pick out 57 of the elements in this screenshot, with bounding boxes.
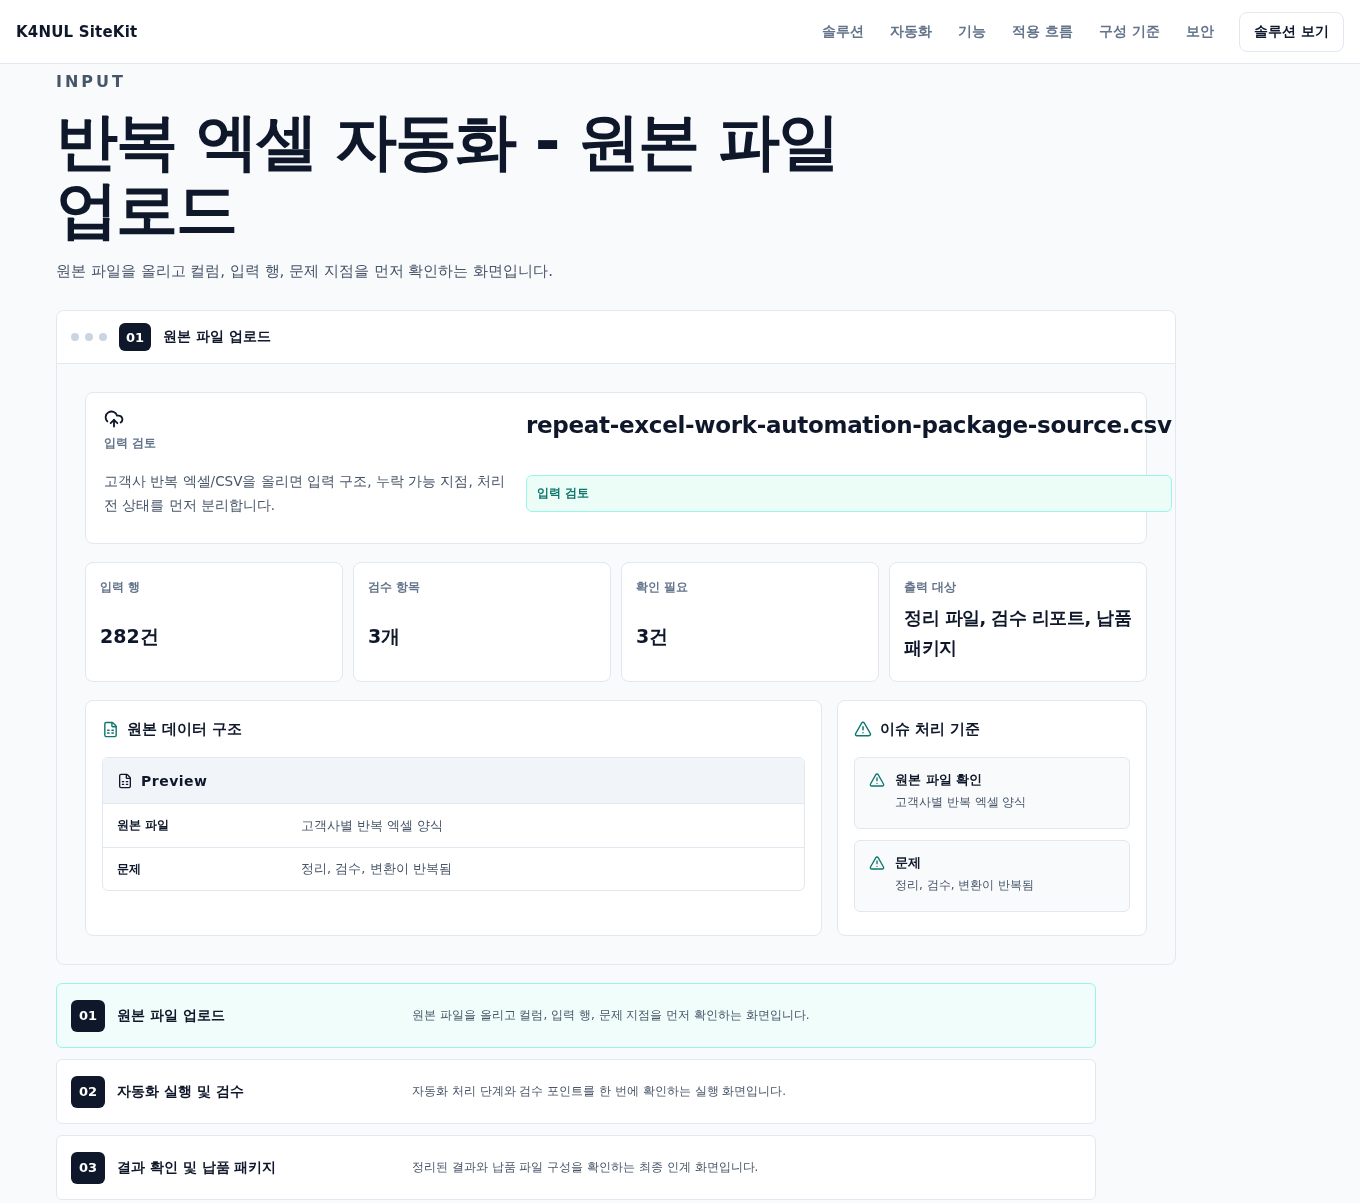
warning-icon xyxy=(869,855,885,871)
site-logo[interactable]: K4NUL SiteKit xyxy=(16,22,138,41)
page-title: 반복 엑셀 자동화 - 원본 파일 업로드 xyxy=(56,108,839,244)
nav-link[interactable]: 보안 xyxy=(1175,14,1226,49)
section-eyebrow: INPUT xyxy=(56,72,127,92)
nav-link[interactable]: 구성 기준 xyxy=(1088,14,1172,49)
card-title: 원본 데이터 구조 xyxy=(127,719,243,739)
nav-link[interactable]: 적용 흐름 xyxy=(1001,14,1085,49)
table-value-cell-text: 고객사별 반복 엑셀 양식 xyxy=(301,816,445,835)
panel-title: 원본 파일 업로드 xyxy=(163,328,271,346)
page-subtitle: 원본 파일을 올리고 컬럼, 입력 행, 문제 지점을 먼저 확인하는 화면입니다. xyxy=(56,261,554,282)
view-solution-button[interactable]: 솔루션 보기 xyxy=(1239,11,1344,52)
table-key-cell-text: 원본 파일 xyxy=(117,817,171,834)
table-key-cell-text: 문제 xyxy=(117,860,142,878)
card-title: 이슈 처리 기준 xyxy=(880,719,981,739)
warning-icon xyxy=(854,720,872,738)
step-description: 원본 파일을 올리고 컬럼, 입력 행, 문제 지점을 먼저 확인하는 화면입니다. xyxy=(412,1007,811,1024)
step-title: 원본 파일 업로드 xyxy=(117,1006,226,1025)
stat-value: 정리 파일, 검수 리포트, 납품 패키지 xyxy=(904,607,1133,660)
step-title: 자동화 실행 및 검수 xyxy=(117,1082,245,1101)
nav-link[interactable]: 기능 xyxy=(947,14,998,49)
issue-title: 원본 파일 확인 xyxy=(895,771,984,789)
stat-value: 3개 xyxy=(368,624,402,649)
step-number-badge: 01 xyxy=(71,999,105,1032)
table-value-cell-text: 정리, 검수, 변환이 반복됨 xyxy=(301,860,453,878)
stat-label: 입력 행 xyxy=(100,579,142,595)
upload-label: 입력 검토 xyxy=(104,435,158,451)
issue-description: 고객사별 반복 엑셀 양식 xyxy=(895,794,1028,811)
warning-icon xyxy=(869,772,885,788)
nav-link[interactable]: 자동화 xyxy=(879,14,944,49)
step-description: 정리된 결과와 납품 파일 구성을 확인하는 최종 인계 화면입니다. xyxy=(412,1159,760,1176)
issue-description: 정리, 검수, 변환이 반복됨 xyxy=(895,877,1036,894)
step-number-badge: 02 xyxy=(71,1075,105,1108)
spreadsheet-icon xyxy=(117,772,133,789)
stat-label: 출력 대상 xyxy=(904,579,958,595)
step-title: 결과 확인 및 납품 패키지 xyxy=(117,1158,278,1177)
window-dot-icon xyxy=(99,333,107,341)
cloud-upload-icon xyxy=(104,409,124,429)
preview-title: Preview xyxy=(141,772,208,789)
stat-value: 3건 xyxy=(636,624,670,649)
step-row[interactable]: 01 원본 파일 업로드 원본 파일을 올리고 컬럼, 입력 행, 문제 지점을 먼저 확인하는 화면입니다. xyxy=(56,983,1096,1048)
step-row[interactable]: 03 결과 확인 및 납품 패키지 정리된 결과와 납품 파일 구성을 확인하는 최종 인계 화면입니다. xyxy=(56,1135,1096,1200)
step-number-badge: 03 xyxy=(71,1151,105,1184)
spreadsheet-icon xyxy=(102,720,119,738)
step-description: 자동화 처리 단계와 검수 포인트를 한 번에 확인하는 실행 화면입니다. xyxy=(412,1083,788,1100)
upload-description: 고객사 반복 엑셀/CSV을 올리면 입력 구조, 누락 가능 지점, 처리 전 상태를 먼저 분리합니다. xyxy=(104,472,506,515)
window-dot-icon xyxy=(71,333,79,341)
stat-label: 확인 필요 xyxy=(636,579,690,595)
file-name: repeat-excel-work-automation-package-source.csv xyxy=(526,411,1172,440)
step-number-badge: 01 xyxy=(119,323,151,351)
stat-value: 282건 xyxy=(100,624,160,649)
stat-label: 검수 항목 xyxy=(368,579,422,595)
nav-link[interactable]: 솔루션 xyxy=(811,14,876,49)
window-dot-icon xyxy=(85,333,93,341)
status-banner: 입력 검토 xyxy=(526,475,1172,512)
step-row[interactable]: 02 자동화 실행 및 검수 자동화 처리 단계와 검수 포인트를 한 번에 확인하는 실행 화면입니다. xyxy=(56,1059,1096,1124)
issue-title: 문제 xyxy=(895,854,922,872)
